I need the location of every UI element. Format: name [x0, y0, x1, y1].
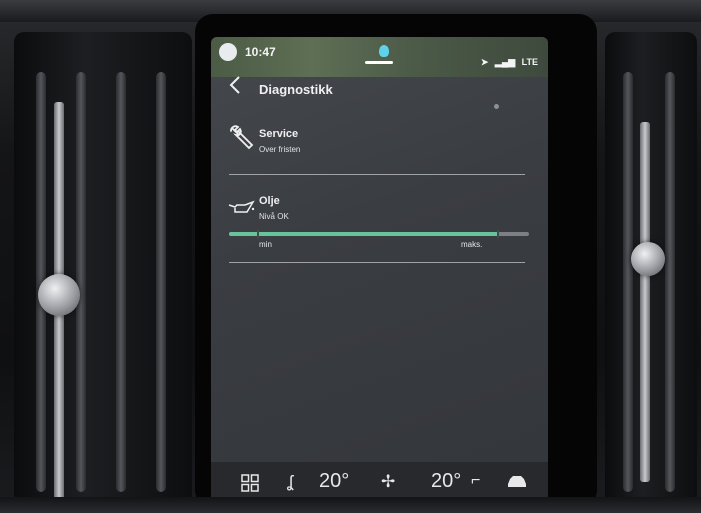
top-bar-handle[interactable]	[365, 61, 393, 64]
navigation-icon: ➤	[480, 57, 489, 67]
oil-can-icon	[228, 200, 255, 213]
divider	[229, 174, 525, 175]
right-air-vent	[605, 32, 697, 504]
voice-assistant-icon[interactable]	[379, 45, 389, 57]
oil-level-bar	[229, 230, 529, 238]
passenger-temp[interactable]: 20°	[431, 470, 461, 493]
dashboard-bottom-trim	[0, 497, 701, 513]
car-icon[interactable]	[507, 475, 527, 489]
oil-title: Olje	[259, 195, 280, 207]
back-icon[interactable]	[229, 75, 241, 95]
signal-icon: ▂▄▆	[494, 57, 516, 67]
vent-slat	[156, 72, 166, 492]
oil-min-marker	[257, 230, 259, 238]
oil-level-fill	[229, 232, 499, 236]
fan-icon[interactable]: ✢	[381, 472, 395, 492]
left-air-vent	[14, 32, 192, 504]
seat-icon[interactable]: ⌐	[471, 472, 480, 490]
seat-heat-icon[interactable]: ʆ	[287, 472, 293, 492]
network-label: LTE	[521, 57, 538, 67]
vent-control-knob[interactable]	[631, 242, 665, 276]
driver-temp[interactable]: 20°	[319, 470, 349, 493]
clock: 10:47	[245, 45, 276, 59]
home-grid-icon[interactable]	[241, 474, 259, 492]
vent-slat	[623, 72, 633, 492]
service-status: Over fristen	[259, 145, 301, 154]
oil-max-label: maks.	[461, 240, 483, 249]
divider	[229, 262, 525, 263]
page-title: Diagnostikk	[259, 82, 333, 97]
oil-min-label: min	[259, 240, 272, 249]
wrench-icon	[230, 125, 254, 150]
vent-slat	[76, 72, 86, 492]
profile-avatar[interactable]	[219, 43, 237, 61]
service-title: Service	[259, 128, 299, 140]
infotainment-screen: 10:47 ➤ ▂▄▆ LTE Diagnostikk Service Over…	[211, 37, 548, 502]
status-icons: ➤ ▂▄▆ LTE	[477, 57, 538, 68]
status-bar: 10:47 ➤ ▂▄▆ LTE	[211, 37, 548, 77]
vent-control-knob[interactable]	[38, 274, 80, 316]
vent-slat	[116, 72, 126, 492]
vent-slat	[665, 72, 675, 492]
indicator-dot	[494, 104, 499, 109]
climate-bar: ʆ 20° ✢ 20° ⌐	[211, 462, 548, 502]
vent-control-stem	[640, 122, 650, 482]
oil-max-marker	[497, 230, 499, 238]
oil-status: Nivå OK	[259, 212, 289, 221]
car-dashboard: 10:47 ➤ ▂▄▆ LTE Diagnostikk Service Over…	[0, 0, 701, 513]
